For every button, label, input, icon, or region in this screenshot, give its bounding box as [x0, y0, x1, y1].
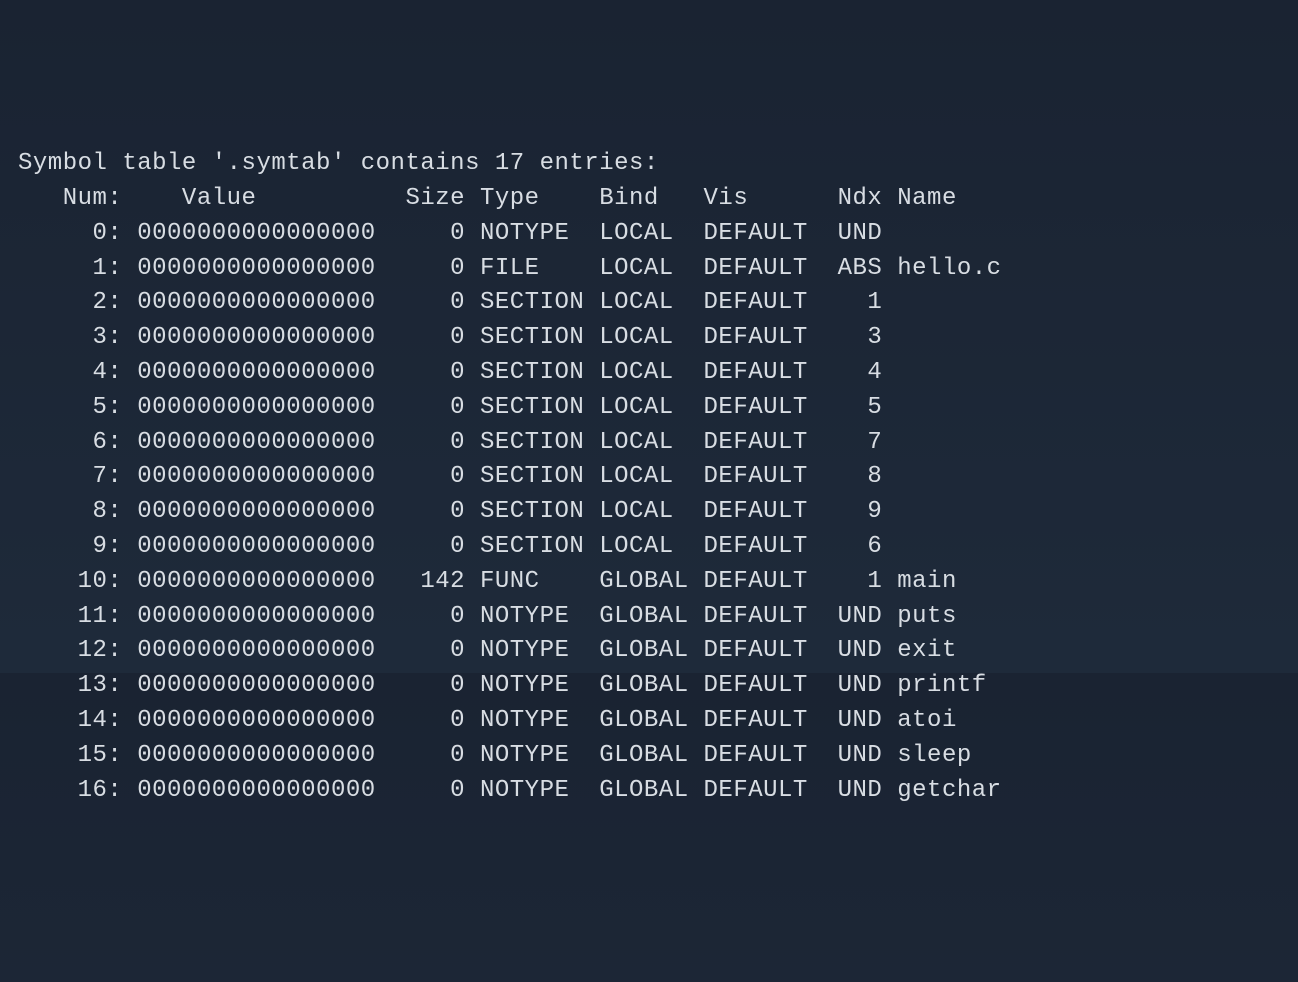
table-row: 9: 0000000000000000 0 SECTION LOCAL DEFA… [18, 530, 1280, 565]
table-row: 2: 0000000000000000 0 SECTION LOCAL DEFA… [18, 286, 1280, 321]
columns-header: Num: Value Size Type Bind Vis Ndx Name [18, 182, 1280, 217]
table-row: 0: 0000000000000000 0 NOTYPE LOCAL DEFAU… [18, 217, 1280, 252]
table-row: 10: 0000000000000000 142 FUNC GLOBAL DEF… [18, 565, 1280, 600]
table-row: 4: 0000000000000000 0 SECTION LOCAL DEFA… [18, 356, 1280, 391]
table-row: 1: 0000000000000000 0 FILE LOCAL DEFAULT… [18, 252, 1280, 287]
table-row: 6: 0000000000000000 0 SECTION LOCAL DEFA… [18, 426, 1280, 461]
table-row: 12: 0000000000000000 0 NOTYPE GLOBAL DEF… [18, 634, 1280, 669]
table-row: 16: 0000000000000000 0 NOTYPE GLOBAL DEF… [18, 774, 1280, 809]
table-row: 3: 0000000000000000 0 SECTION LOCAL DEFA… [18, 321, 1280, 356]
table-row: 11: 0000000000000000 0 NOTYPE GLOBAL DEF… [18, 600, 1280, 635]
table-row: 5: 0000000000000000 0 SECTION LOCAL DEFA… [18, 391, 1280, 426]
table-row: 14: 0000000000000000 0 NOTYPE GLOBAL DEF… [18, 704, 1280, 739]
table-row: 7: 0000000000000000 0 SECTION LOCAL DEFA… [18, 460, 1280, 495]
table-row: 8: 0000000000000000 0 SECTION LOCAL DEFA… [18, 495, 1280, 530]
symbol-table-title: Symbol table '.symtab' contains 17 entri… [18, 147, 1280, 182]
table-row: 15: 0000000000000000 0 NOTYPE GLOBAL DEF… [18, 739, 1280, 774]
table-row: 13: 0000000000000000 0 NOTYPE GLOBAL DEF… [18, 669, 1280, 704]
symbol-table-rows: 0: 0000000000000000 0 NOTYPE LOCAL DEFAU… [18, 217, 1280, 809]
